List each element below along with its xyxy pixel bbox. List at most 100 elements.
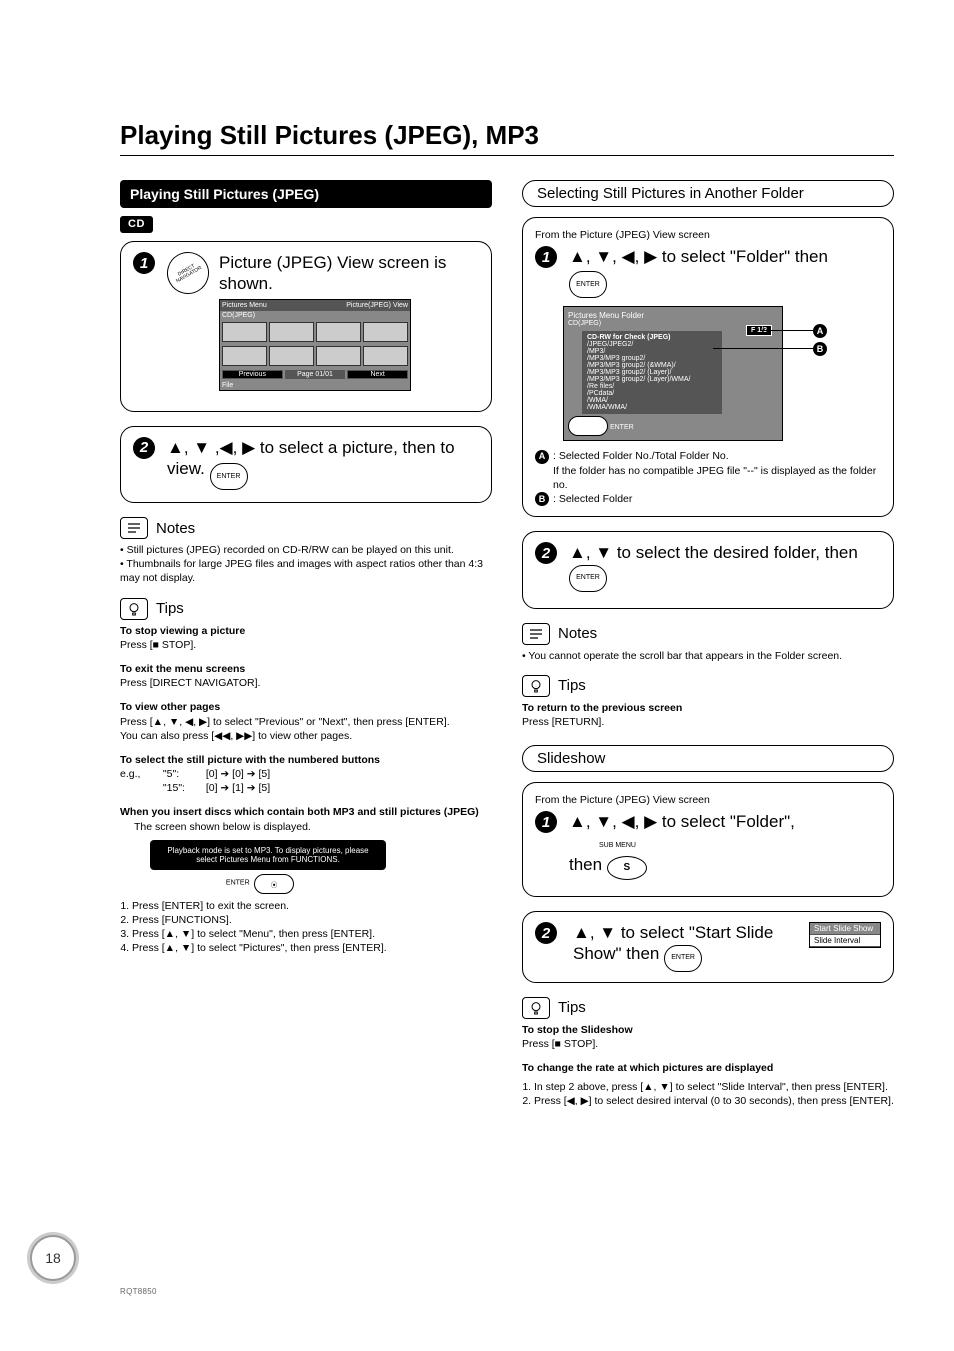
step1-frame: 1 DIRECT NAVIGATOR Picture (JPEG) View s… bbox=[120, 241, 492, 412]
enter-button-icon: ENTER bbox=[210, 463, 248, 490]
procedure-item: Press [ENTER] to exit the screen. bbox=[132, 900, 492, 912]
folder-screen-hint: ENTER bbox=[610, 424, 634, 431]
tip4-line2: "15": [0] ➔ [1] ➔ [5] bbox=[120, 781, 492, 795]
tips-heading: Tips bbox=[558, 677, 586, 694]
tips-heading: Tips bbox=[156, 600, 184, 617]
folder-screen-title: Pictures Menu Folder bbox=[568, 311, 644, 320]
step2-frame: 2 ▲, ▼ ,◀, ▶ to select a picture, then t… bbox=[120, 426, 492, 504]
callout-b-text: B: Selected Folder bbox=[535, 492, 881, 506]
step-number-1: 1 bbox=[535, 811, 557, 833]
tip2-body: Press [DIRECT NAVIGATOR]. bbox=[120, 676, 492, 690]
callout-b-marker: B bbox=[813, 342, 827, 356]
folder-item: /MP3/MP3 group2/ (Layer)/ bbox=[587, 369, 717, 376]
right-note-1: • You cannot operate the scroll bar that… bbox=[522, 649, 894, 663]
folder-item: /MP3/MP3 group2/ (&WMA)/ bbox=[587, 362, 717, 369]
submenu-label: SUB MENU bbox=[599, 842, 636, 849]
folder-item: /WMA/WMA/ bbox=[587, 404, 717, 411]
title-rule bbox=[120, 155, 894, 156]
frame1-step2-text: ▲, ▼ to select the desired folder, then bbox=[569, 543, 858, 562]
tip3-body1: Press [▲, ▼, ◀, ▶] to select "Previous" … bbox=[120, 715, 492, 729]
folder-item: /WMA/ bbox=[587, 397, 717, 404]
tip-stop-slideshow-body: Press [■ STOP]. bbox=[522, 1037, 894, 1051]
page-title: Playing Still Pictures (JPEG), MP3 bbox=[120, 120, 894, 151]
frame2-step1b: then bbox=[569, 855, 602, 874]
change-rate-procedure: In step 2 above, press [▲, ▼] to select … bbox=[534, 1081, 894, 1107]
screen-prev-btn: Previous bbox=[222, 370, 283, 379]
folder-root: CD-RW for Check (JPEG) bbox=[587, 334, 717, 341]
screen-disc-label: CD(JPEG) bbox=[220, 311, 410, 320]
folder-list: CD-RW for Check (JPEG) /JPEG/JPEG2/ /MP3… bbox=[582, 331, 722, 414]
callout-a-text: A: Selected Folder No./Total Folder No. … bbox=[535, 449, 881, 492]
step-number-2: 2 bbox=[535, 922, 557, 944]
media-badge-cd: CD bbox=[120, 216, 153, 233]
notes-icon bbox=[120, 517, 148, 539]
folder-screen: Pictures Menu Folder CD(JPEG) F 1/3 CD-R… bbox=[563, 306, 783, 441]
enter-tiny-label: ENTER bbox=[226, 879, 250, 886]
folder-item: /PCdata/ bbox=[587, 390, 717, 397]
folder-item: /MP3/MP3 group2/ (Layer)/WMA/ bbox=[587, 376, 717, 383]
subheader-select-folder: Selecting Still Pictures in Another Fold… bbox=[522, 180, 894, 207]
tip4-head: To select the still picture with the num… bbox=[120, 753, 492, 767]
screen-view-title: Picture(JPEG) View bbox=[346, 302, 408, 309]
enter-hint-icon: ⦿ bbox=[568, 416, 608, 436]
slideshow-popup: Start Slide Show Slide Interval bbox=[809, 922, 881, 948]
procedure-item: Press [FUNCTIONS]. bbox=[132, 914, 492, 926]
procedure-item: Press [▲, ▼] to select "Menu", then pres… bbox=[132, 928, 492, 940]
tip1-body: Press [■ STOP]. bbox=[120, 638, 492, 652]
slideshow-step2-frame: 2 ▲, ▼ to select "Start Slide Show" then… bbox=[522, 911, 894, 983]
tip-stop-slideshow-head: To stop the Slideshow bbox=[522, 1023, 894, 1037]
folder-item: /MP3/ bbox=[587, 348, 717, 355]
step-number-1: 1 bbox=[535, 246, 557, 268]
step1-text: Picture (JPEG) View screen is shown. bbox=[219, 252, 479, 295]
folder-item: /JPEG/JPEG2/ bbox=[587, 341, 717, 348]
procedure-item: In step 2 above, press [▲, ▼] to select … bbox=[534, 1081, 894, 1093]
step-number-1: 1 bbox=[133, 252, 155, 274]
subheader-slideshow: Slideshow bbox=[522, 745, 894, 772]
notes-heading: Notes bbox=[156, 520, 195, 537]
mp3-jpeg-message-box: Playback mode is set to MP3. To display … bbox=[150, 840, 386, 870]
popup-option-interval: Slide Interval bbox=[810, 935, 880, 947]
tips-icon bbox=[120, 598, 148, 620]
section-header-playing-jpeg: Playing Still Pictures (JPEG) bbox=[120, 180, 492, 208]
procedure-list: Press [ENTER] to exit the screen. Press … bbox=[132, 900, 492, 954]
direct-navigator-label: DIRECT NAVIGATOR bbox=[168, 259, 208, 288]
enter-button-icon: ENTER bbox=[569, 271, 607, 298]
folder-item: /MP3/MP3 group2/ bbox=[587, 355, 717, 362]
submenu-button-icon: S bbox=[607, 856, 647, 880]
right-column: Selecting Still Pictures in Another Fold… bbox=[522, 180, 894, 1109]
screen-page-indicator: Page 01/01 bbox=[285, 370, 346, 379]
folder-frame: From the Picture (JPEG) View screen 1 ▲,… bbox=[522, 217, 894, 517]
frame2-intro: From the Picture (JPEG) View screen bbox=[535, 793, 881, 807]
popup-option-start: Start Slide Show bbox=[810, 923, 880, 935]
tip-change-rate-head: To change the rate at which pictures are… bbox=[522, 1061, 894, 1075]
tip4-line1: e.g., "5": [0] ➔ [0] ➔ [5] bbox=[120, 767, 492, 781]
left-column: Playing Still Pictures (JPEG) CD 1 DIREC… bbox=[120, 180, 492, 1109]
note-1: • Still pictures (JPEG) recorded on CD-R… bbox=[120, 543, 492, 557]
procedure-item: Press [▲, ▼] to select "Pictures", then … bbox=[132, 942, 492, 954]
jpeg-view-screen: Pictures Menu Picture(JPEG) View CD(JPEG… bbox=[219, 299, 411, 391]
note-2: • Thumbnails for large JPEG files and im… bbox=[120, 557, 492, 585]
notes-heading: Notes bbox=[558, 625, 597, 642]
tip3-head: To view other pages bbox=[120, 700, 492, 714]
screen-menu-title: Pictures Menu bbox=[222, 302, 267, 309]
frame1-step2: 2 ▲, ▼ to select the desired folder, the… bbox=[522, 531, 894, 609]
right-tip1-head: To return to the previous screen bbox=[522, 701, 894, 715]
screen-hint: File bbox=[220, 381, 410, 390]
tips-icon bbox=[522, 997, 550, 1019]
enter-button-icon: ENTER bbox=[664, 945, 702, 972]
frame1-intro: From the Picture (JPEG) View screen bbox=[535, 228, 881, 242]
tip2-head: To exit the menu screens bbox=[120, 662, 492, 676]
tip3-body2: You can also press [◀◀, ▶▶] to view othe… bbox=[120, 729, 492, 743]
frame1-step1-text: ▲, ▼, ◀, ▶ to select "Folder" then bbox=[569, 247, 828, 266]
step-number-2: 2 bbox=[133, 437, 155, 459]
tip5-body: The screen shown below is displayed. bbox=[134, 820, 492, 834]
procedure-item: Press [◀, ▶] to select desired interval … bbox=[534, 1095, 894, 1107]
folder-item: /Re files/ bbox=[587, 383, 717, 390]
tips-heading: Tips bbox=[558, 999, 586, 1016]
tip1-head: To stop viewing a picture bbox=[120, 624, 492, 638]
notes-icon bbox=[522, 623, 550, 645]
step-number-2: 2 bbox=[535, 542, 557, 564]
frame2-step1a: ▲, ▼, ◀, ▶ to select "Folder", bbox=[569, 812, 795, 831]
tip5-head: When you insert discs which contain both… bbox=[120, 805, 492, 819]
right-tip1-body: Press [RETURN]. bbox=[522, 715, 894, 729]
